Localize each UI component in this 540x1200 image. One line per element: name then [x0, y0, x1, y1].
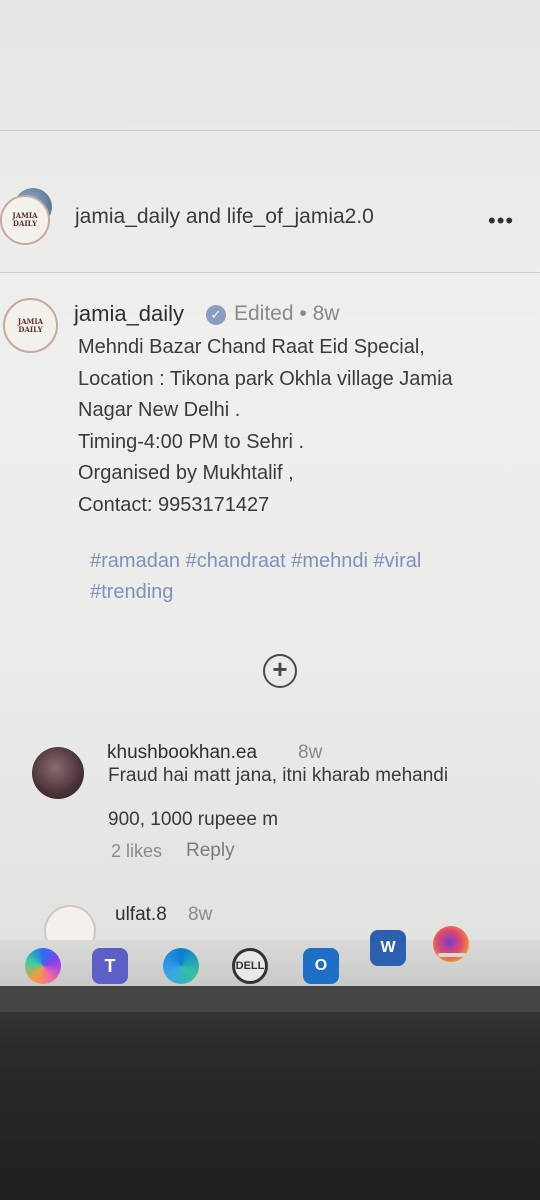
comment-age: 8w	[188, 904, 213, 925]
verified-icon: ✓	[206, 305, 226, 325]
more-icon[interactable]: •••	[488, 208, 514, 234]
reply-button[interactable]: Reply	[186, 840, 235, 862]
post-hashtags[interactable]: #ramadan #chandraat #mehndi #viral #tren…	[90, 546, 510, 608]
instagram-post-window: JAMIA DAILY jamia_daily and life_of_jami…	[0, 0, 540, 945]
post-meta: Edited • 8w	[234, 302, 340, 325]
outlook-icon[interactable]: O	[303, 948, 339, 984]
edge-icon[interactable]	[163, 948, 199, 984]
post-username[interactable]: jamia_daily	[74, 301, 184, 327]
header-avatar[interactable]: JAMIA DAILY	[0, 195, 50, 245]
comment-avatar[interactable]	[32, 747, 84, 799]
bezel-hinge	[0, 986, 540, 1012]
word-icon[interactable]: W	[370, 930, 406, 966]
post-header-title[interactable]: jamia_daily and life_of_jamia2.0	[75, 205, 374, 229]
comment-likes[interactable]: 2 likes	[111, 841, 162, 862]
teams-icon[interactable]: T	[92, 948, 128, 984]
divider	[0, 272, 540, 273]
avatar-logo: JAMIA DAILY	[17, 316, 44, 334]
avatar-logo: JAMIA DAILY	[12, 211, 38, 228]
post-caption: Mehndi Bazar Chand Raat Eid Special, Loc…	[78, 336, 453, 516]
copilot-icon[interactable]	[25, 948, 61, 984]
add-circle-icon[interactable]: +	[263, 654, 297, 688]
comment-avatar[interactable]	[44, 905, 96, 945]
divider	[0, 130, 540, 131]
comment-username[interactable]: ulfat.8	[115, 904, 167, 926]
laptop-bezel	[0, 986, 540, 1200]
dell-icon[interactable]: DELL	[232, 948, 268, 984]
comment-text: Fraud hai matt jana, itni kharab mehandi…	[108, 765, 449, 830]
active-app-indicator	[438, 953, 466, 957]
post-author-avatar[interactable]: JAMIA DAILY	[3, 298, 58, 353]
